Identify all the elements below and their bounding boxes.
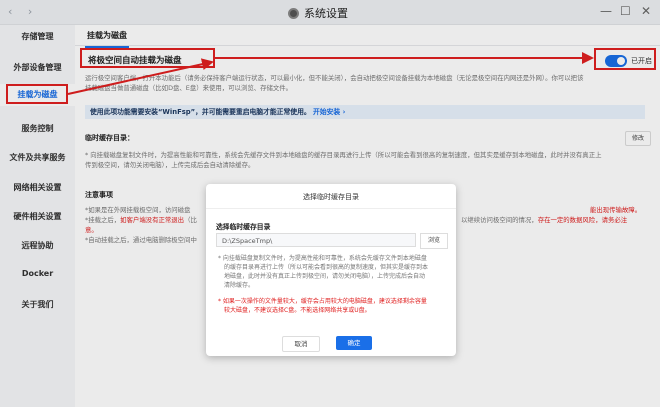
dialog-desc-2: 的缓存目录再进行上传（所以可能会看到很高的复制速度，但其实是缓存到本	[224, 264, 429, 271]
dialog-desc-4: 清除缓存。	[224, 282, 255, 289]
dialog-divider	[206, 208, 456, 209]
cache-dir-dialog: 选择临时缓存目录 选择临时缓存目录 D:\ZSpaceTmp\ 浏览 * 向挂载…	[206, 184, 456, 356]
dialog-warning-2: 较大磁盘，不建议选择C盘。不能选择网络共享或U盘。	[224, 307, 371, 314]
dialog-field-label: 选择临时缓存目录	[216, 223, 271, 231]
cache-path-input[interactable]: D:\ZSpaceTmp\	[216, 233, 416, 247]
cancel-button[interactable]: 取消	[282, 336, 320, 352]
dialog-desc-1: * 向挂载磁盘复制文件时，为提高性能和可靠性，系统会先缓存文件到本地磁盘	[218, 255, 427, 262]
confirm-button[interactable]: 确定	[336, 336, 372, 350]
dialog-title: 选择临时缓存目录	[303, 193, 359, 201]
dialog-warning-1: * 如果一次操作的文件量较大，缓存会占用较大的电脑磁盘，建议选择剩余容量	[218, 298, 427, 305]
browse-button[interactable]: 浏览	[420, 233, 448, 249]
dialog-desc-3: 地磁盘，此时并没有真正上传到极空间，请勿关闭电脑），上传完成后会自动	[224, 273, 426, 280]
